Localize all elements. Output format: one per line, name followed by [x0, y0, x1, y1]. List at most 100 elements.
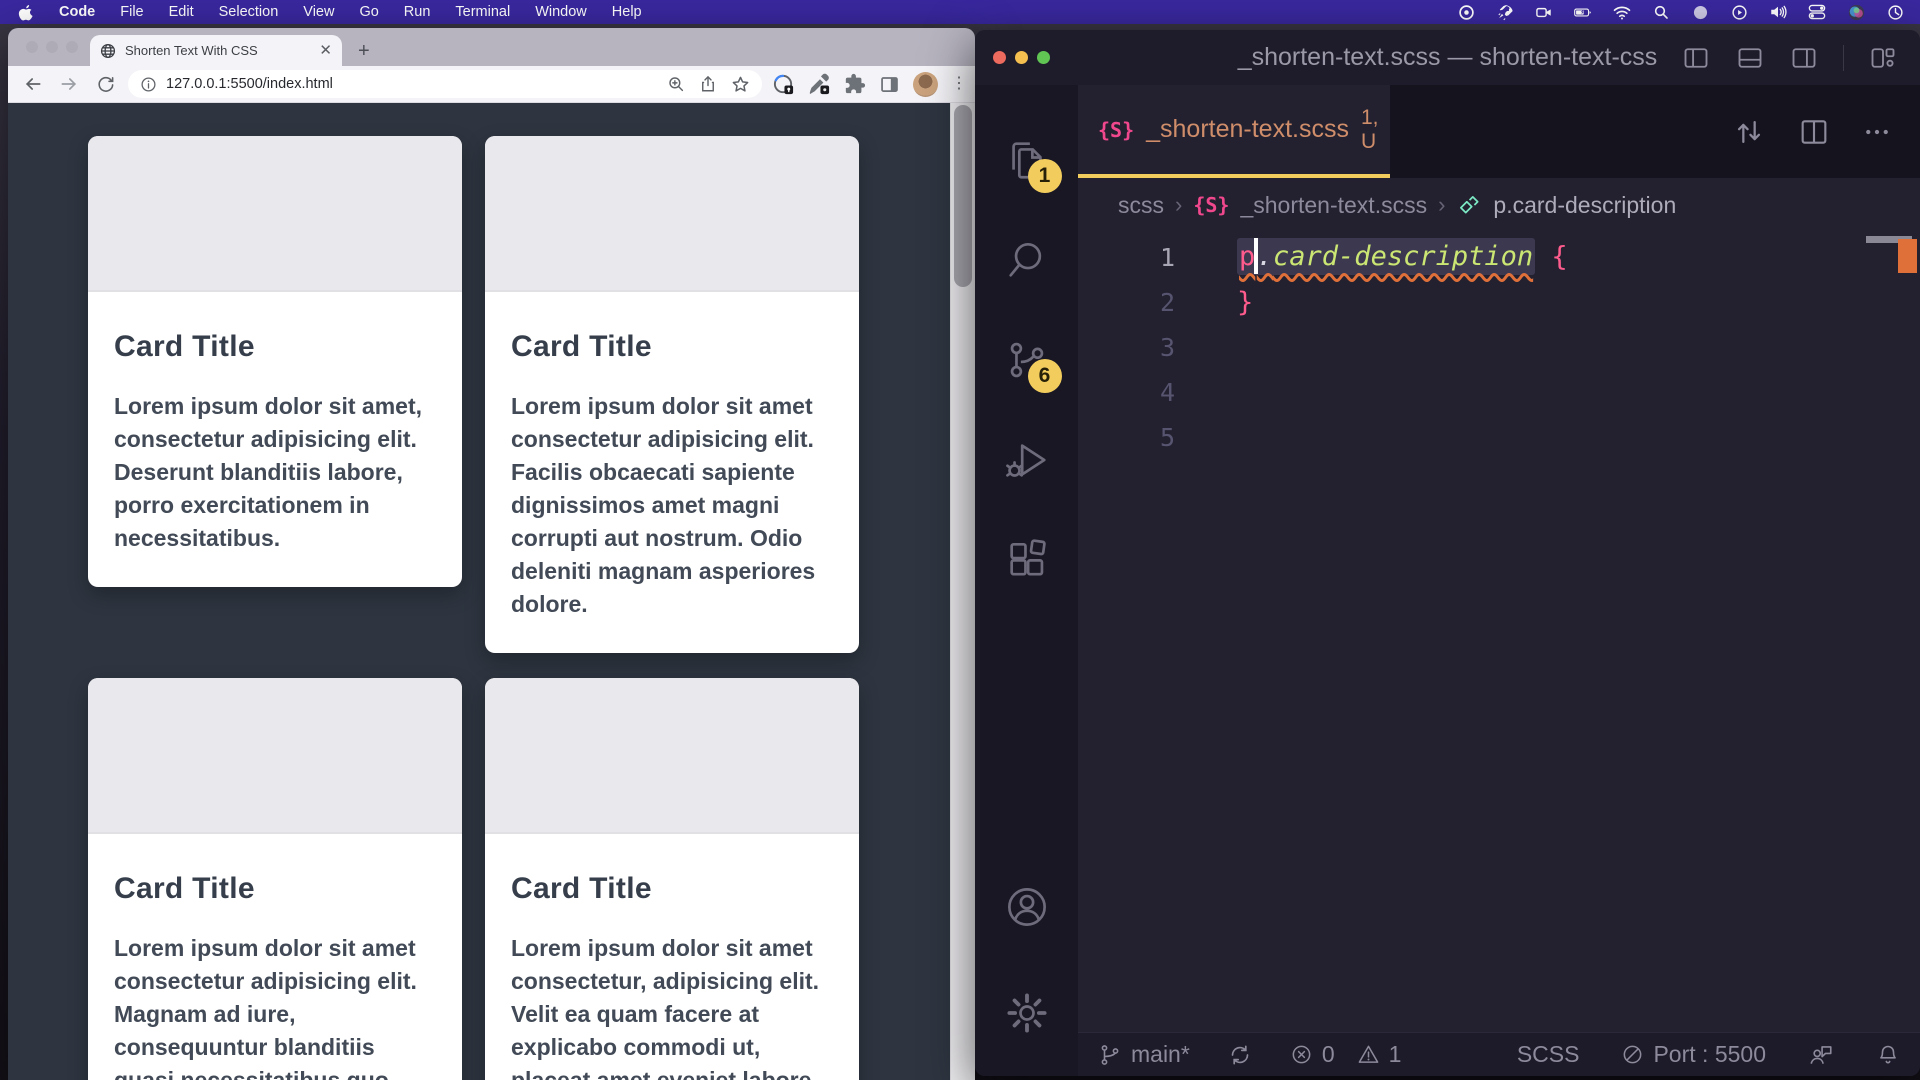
menu-item-help[interactable]: Help	[612, 4, 642, 20]
code-line-3[interactable]: 3	[1078, 325, 1920, 370]
tab-close-icon[interactable]: ✕	[319, 43, 332, 58]
activity-bar: 1 6	[975, 85, 1078, 1076]
maximize-window-button[interactable]	[1037, 51, 1050, 64]
menu-item-run[interactable]: Run	[404, 4, 431, 20]
toggle-panel-icon[interactable]	[1735, 44, 1765, 72]
menu-item-go[interactable]: Go	[359, 4, 378, 20]
code-line-2[interactable]: 2 }	[1078, 280, 1920, 325]
share-icon[interactable]	[699, 75, 717, 93]
menu-item-window[interactable]: Window	[535, 4, 587, 20]
search-icon[interactable]	[1652, 3, 1670, 21]
tab-problems-badge: 1, U	[1361, 106, 1379, 154]
toggle-sidebar-icon[interactable]	[1681, 44, 1711, 72]
line-number: 3	[1078, 333, 1175, 362]
minimize-window-button[interactable]	[1015, 51, 1028, 64]
code-line-4[interactable]: 4	[1078, 370, 1920, 415]
screen-record-icon[interactable]	[1457, 3, 1475, 21]
source-control-badge: 6	[1028, 359, 1062, 393]
account-icon[interactable]	[1002, 882, 1052, 932]
notifications-item[interactable]	[1876, 1043, 1900, 1067]
browser-window-controls[interactable]	[26, 41, 78, 53]
volume-icon[interactable]	[1769, 3, 1787, 21]
wifi-icon[interactable]	[1613, 3, 1631, 21]
sync-changes-item[interactable]	[1228, 1043, 1252, 1067]
open-changes-icon[interactable]	[1732, 115, 1766, 149]
apple-logo-icon[interactable]	[16, 3, 34, 21]
extensions-puzzle-icon[interactable]	[844, 73, 866, 95]
menu-item-terminal[interactable]: Terminal	[455, 4, 510, 20]
card-image-placeholder	[88, 678, 462, 834]
more-actions-icon[interactable]	[1862, 117, 1892, 147]
code-line-5[interactable]: 5	[1078, 415, 1920, 460]
card-title: Card Title	[511, 330, 833, 364]
breadcrumb-file[interactable]: _shorten-text.scss	[1240, 192, 1427, 219]
text-cursor	[1254, 238, 1258, 274]
rocket-icon[interactable]	[1496, 3, 1514, 21]
siri-icon[interactable]	[1847, 3, 1865, 21]
zoom-icon[interactable]	[667, 75, 685, 93]
language-mode-item[interactable]: SCSS	[1517, 1041, 1580, 1068]
browser-scrollbar[interactable]	[950, 103, 975, 1080]
browser-window: Shorten Text With CSS ✕ + 127.0.0.1:5500…	[8, 28, 975, 1080]
menu-item-edit[interactable]: Edit	[169, 4, 194, 20]
explorer-badge: 1	[1028, 159, 1062, 193]
sidepanel-icon[interactable]	[879, 74, 900, 95]
language-mode: SCSS	[1517, 1041, 1580, 1068]
tab-shorten-text-scss[interactable]: {S} _shorten-text.scss 1, U	[1078, 85, 1390, 178]
card-description: Lorem ipsum dolor sit amet consectetur, …	[511, 932, 833, 1080]
bookmark-star-icon[interactable]	[731, 75, 750, 94]
sync-icon	[1228, 1043, 1252, 1067]
live-server-port-item[interactable]: Port : 5500	[1621, 1041, 1766, 1068]
settings-gear-icon[interactable]	[1002, 988, 1052, 1038]
vscode-title-bar[interactable]: _shorten-text.scss — shorten-text-css	[975, 30, 1920, 85]
code-line-1[interactable]: 1 p.card-description {	[1078, 235, 1920, 280]
recording-dot-icon[interactable]	[1691, 3, 1709, 21]
symbol-class-icon	[1456, 192, 1482, 218]
problems-item[interactable]: 0 1	[1290, 1041, 1402, 1068]
back-icon[interactable]	[20, 71, 46, 97]
site-info-icon[interactable]	[140, 76, 157, 93]
address-bar[interactable]: 127.0.0.1:5500/index.html	[128, 70, 762, 98]
menu-item-file[interactable]: File	[120, 4, 143, 20]
toggle-secondary-sidebar-icon[interactable]	[1789, 44, 1819, 72]
new-tab-button[interactable]: +	[358, 41, 370, 61]
profile-avatar[interactable]	[913, 72, 938, 97]
feedback-item[interactable]	[1808, 1042, 1834, 1068]
screen-share-icon[interactable]	[1730, 3, 1748, 21]
url-text[interactable]: 127.0.0.1:5500/index.html	[166, 76, 333, 92]
git-branch-item[interactable]: main*	[1098, 1041, 1190, 1068]
maximize-window-button[interactable]	[66, 41, 78, 53]
breadcrumb-symbol[interactable]: p.card-description	[1493, 192, 1676, 219]
reload-icon[interactable]	[92, 71, 118, 97]
search-icon[interactable]	[1002, 235, 1052, 285]
tab-title: Shorten Text With CSS	[125, 43, 310, 58]
video-camera-icon[interactable]	[1535, 3, 1553, 21]
menu-dots-icon[interactable]: ⋮	[951, 81, 963, 87]
password-extension-icon[interactable]	[772, 73, 795, 96]
bell-icon	[1876, 1043, 1900, 1067]
run-debug-icon[interactable]	[1002, 435, 1052, 485]
forward-icon[interactable]	[56, 71, 82, 97]
control-center-icon[interactable]	[1808, 3, 1826, 21]
colorpicker-extension-icon[interactable]	[808, 73, 831, 96]
sass-file-icon: {S}	[1193, 193, 1229, 217]
browser-tab[interactable]: Shorten Text With CSS ✕	[90, 35, 342, 66]
minimize-window-button[interactable]	[46, 41, 58, 53]
battery-icon[interactable]	[1574, 3, 1592, 21]
menu-item-code[interactable]: Code	[59, 4, 95, 20]
favicon-globe-icon	[100, 43, 116, 59]
close-window-button[interactable]	[993, 51, 1006, 64]
split-editor-icon[interactable]	[1798, 116, 1830, 148]
explorer-files-icon[interactable]: 1	[1002, 135, 1052, 185]
customize-layout-icon[interactable]	[1868, 44, 1898, 72]
clock-icon[interactable]	[1886, 3, 1904, 21]
extensions-icon[interactable]	[1002, 535, 1052, 585]
close-window-button[interactable]	[26, 41, 38, 53]
vscode-window-controls[interactable]	[993, 51, 1050, 64]
menu-item-selection[interactable]: Selection	[219, 4, 279, 20]
scrollbar-thumb[interactable]	[954, 105, 972, 287]
menu-item-view[interactable]: View	[303, 4, 334, 20]
code-editor[interactable]: 1 p.card-description { 2 } 3 4 5	[1078, 232, 1920, 1032]
source-control-icon[interactable]: 6	[1002, 335, 1052, 385]
breadcrumb-folder[interactable]: scss	[1118, 192, 1164, 219]
